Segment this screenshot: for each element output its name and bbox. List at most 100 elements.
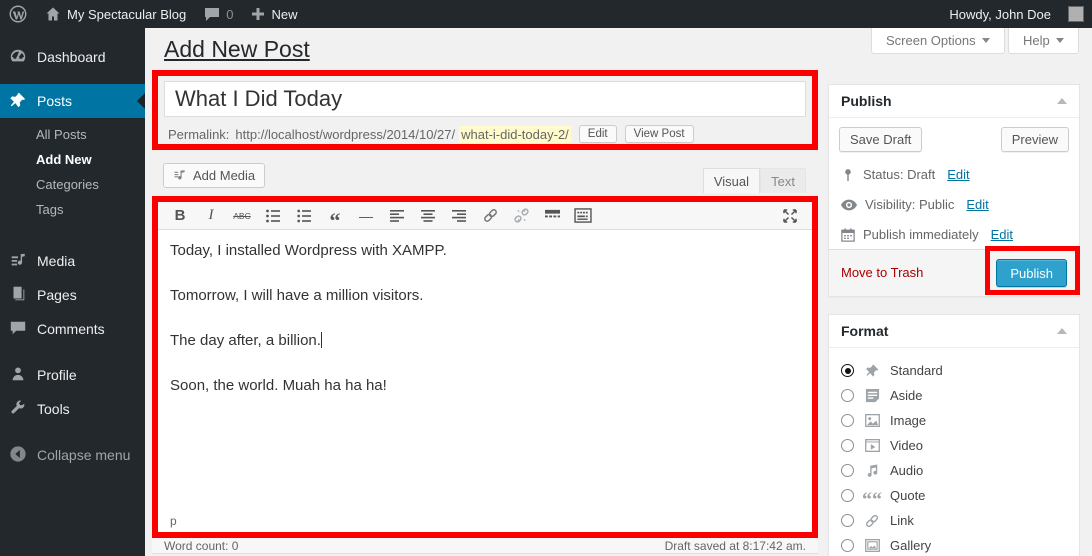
post-title-input[interactable] <box>164 81 806 117</box>
align-left-button[interactable] <box>385 205 409 227</box>
move-to-trash-link[interactable]: Move to Trash <box>841 265 923 280</box>
save-draft-button[interactable]: Save Draft <box>839 127 922 152</box>
sidebar-item-label: Posts <box>37 93 72 109</box>
collapse-panel-icon[interactable] <box>1057 98 1067 104</box>
add-media-icon <box>173 168 188 183</box>
editor-paragraph: Soon, the world. Muah ha ha ha! <box>170 377 800 394</box>
horizontal-rule-button[interactable]: — <box>354 205 378 227</box>
permalink-slug: what-i-did-today-2/ <box>459 126 571 143</box>
bulleted-list-button[interactable] <box>261 205 285 227</box>
screen-options-label: Screen Options <box>886 33 976 48</box>
sidebar-subitem-tags[interactable]: Tags <box>0 197 145 222</box>
comments-shortcut[interactable]: 0 <box>195 0 242 28</box>
numbered-list-button[interactable] <box>292 205 316 227</box>
radio-link[interactable] <box>841 514 854 527</box>
toolbar-toggle-button[interactable] <box>571 205 595 227</box>
insert-link-button[interactable] <box>478 205 502 227</box>
sidebar-item-tools[interactable]: Tools <box>0 392 145 426</box>
radio-audio[interactable] <box>841 464 854 477</box>
collapse-panel-icon[interactable] <box>1057 328 1067 334</box>
post-status-icon <box>841 168 855 182</box>
editor-content-area[interactable]: Today, I installed Wordpress with XAMPP.… <box>158 230 812 514</box>
howdy-account-menu[interactable]: Howdy, John Doe <box>940 0 1060 28</box>
format-option-label[interactable]: Quote <box>890 488 925 503</box>
tools-icon <box>9 399 27 420</box>
admin-bar: My Spectacular Blog 0 New Howdy, John Do… <box>0 0 1092 28</box>
format-option-label[interactable]: Standard <box>890 363 943 378</box>
site-link[interactable]: My Spectacular Blog <box>36 0 195 28</box>
tab-visual[interactable]: Visual <box>703 168 760 193</box>
format-gallery-icon <box>863 539 881 552</box>
visibility-row: Visibility: Public Edit <box>841 197 989 212</box>
radio-aside[interactable] <box>841 389 854 402</box>
read-more-tag-button[interactable] <box>540 205 564 227</box>
format-panel-title: Format <box>841 323 888 339</box>
sidebar-subitem-categories[interactable]: Categories <box>0 172 145 197</box>
remove-link-button[interactable] <box>509 205 533 227</box>
publish-panel-header[interactable]: Publish <box>829 85 1079 118</box>
strikethrough-button[interactable]: ABC <box>230 205 254 227</box>
radio-standard[interactable] <box>841 364 854 377</box>
sidebar-item-comments[interactable]: Comments <box>0 312 145 346</box>
major-publishing-actions: Move to Trash Publish <box>829 249 1079 296</box>
align-center-button[interactable] <box>416 205 440 227</box>
posts-submenu: All Posts Add New Categories Tags <box>0 118 145 232</box>
blockquote-button[interactable]: “ <box>323 205 347 227</box>
format-option-label[interactable]: Link <box>890 513 914 528</box>
collapse-menu-icon <box>9 445 27 466</box>
radio-image[interactable] <box>841 414 854 427</box>
editor-paragraph: Today, I installed Wordpress with XAMPP. <box>170 242 800 259</box>
new-content-menu[interactable]: New <box>242 0 306 28</box>
radio-gallery[interactable] <box>841 539 854 552</box>
new-label: New <box>271 7 297 22</box>
permalink-edit-button[interactable]: Edit <box>579 125 617 143</box>
preview-button[interactable]: Preview <box>1001 127 1069 152</box>
plus-icon <box>251 7 265 21</box>
format-option-label[interactable]: Video <box>890 438 923 453</box>
view-post-button[interactable]: View Post <box>625 125 694 143</box>
sidebar-item-dashboard[interactable]: Dashboard <box>0 40 145 74</box>
italic-button[interactable]: I <box>199 205 223 227</box>
radio-quote[interactable] <box>841 489 854 502</box>
media-icon <box>9 251 27 272</box>
sidebar-item-collapse-menu[interactable]: Collapse menu <box>0 438 145 472</box>
avatar[interactable] <box>1068 6 1084 22</box>
comments-count: 0 <box>226 7 233 22</box>
add-media-button[interactable]: Add Media <box>163 163 265 188</box>
sidebar-subitem-all-posts[interactable]: All Posts <box>0 122 145 147</box>
help-tab[interactable]: Help <box>1008 28 1079 54</box>
visual-editor: B I ABC “ — <box>158 202 812 532</box>
format-option-label[interactable]: Audio <box>890 463 923 478</box>
sidebar-item-label: Pages <box>37 287 77 303</box>
format-option-label[interactable]: Aside <box>890 388 923 403</box>
format-option-label[interactable]: Image <box>890 413 926 428</box>
format-option-audio: Audio <box>841 458 1067 483</box>
wordpress-logo-icon <box>9 5 27 23</box>
site-name: My Spectacular Blog <box>67 7 186 22</box>
sidebar-item-posts[interactable]: Posts <box>0 84 145 118</box>
edit-status-link[interactable]: Edit <box>947 167 969 182</box>
distraction-free-button[interactable] <box>778 205 802 227</box>
add-media-label: Add Media <box>193 168 255 183</box>
wordpress-logo-menu[interactable] <box>0 0 36 28</box>
page-title: Add New Post <box>164 36 310 63</box>
sidebar-item-profile[interactable]: Profile <box>0 358 145 392</box>
radio-video[interactable] <box>841 439 854 452</box>
sidebar-item-pages[interactable]: Pages <box>0 278 145 312</box>
edit-schedule-link[interactable]: Edit <box>991 227 1013 242</box>
format-panel-header[interactable]: Format <box>829 315 1079 348</box>
sidebar-subitem-add-new[interactable]: Add New <box>0 147 145 172</box>
sidebar-item-label: Media <box>37 253 75 269</box>
edit-visibility-link[interactable]: Edit <box>966 197 988 212</box>
bold-button[interactable]: B <box>168 205 192 227</box>
editor-element-path[interactable]: p <box>158 514 812 532</box>
sidebar-item-media[interactable]: Media <box>0 244 145 278</box>
comment-bubble-icon <box>204 7 220 22</box>
format-video-icon <box>863 439 881 452</box>
screen-options-tab[interactable]: Screen Options <box>871 28 1005 54</box>
format-option-label[interactable]: Gallery <box>890 538 931 553</box>
tab-text[interactable]: Text <box>760 168 806 193</box>
format-quote-icon: ““ <box>863 488 881 504</box>
align-right-button[interactable] <box>447 205 471 227</box>
publish-button[interactable]: Publish <box>996 259 1067 287</box>
